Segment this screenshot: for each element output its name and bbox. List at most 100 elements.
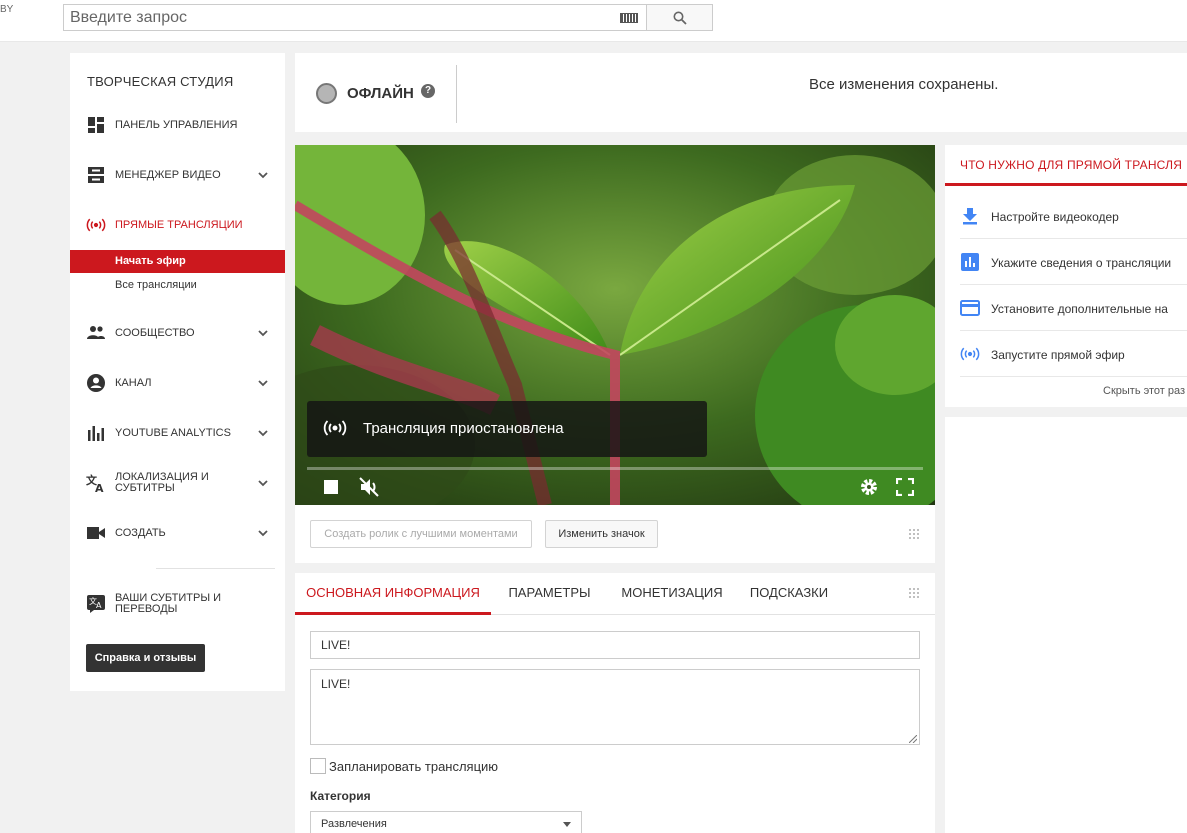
sidebar-subitem-start-stream[interactable]: Начать эфир	[70, 250, 285, 273]
community-icon	[86, 323, 106, 343]
checklist-accent-bar	[945, 183, 1187, 186]
tab-hints[interactable]: ПОДСКАЗКИ	[743, 573, 835, 615]
checklist-title: ЧТО НУЖНО ДЛЯ ПРЯМОЙ ТРАНСЛЯ	[960, 158, 1183, 172]
checklist-item-label: Установите дополнительные на	[991, 302, 1168, 316]
category-value: Развлечения	[321, 818, 387, 830]
stream-paused-text: Трансляция приостановлена	[363, 420, 564, 437]
chevron-down-icon[interactable]	[256, 476, 270, 490]
channel-icon	[86, 373, 106, 393]
resize-handle-icon[interactable]	[909, 735, 917, 743]
sidebar-subitem-all-streams[interactable]: Все трансляции	[70, 274, 285, 297]
description-textarea[interactable]: LIVE!	[310, 669, 920, 745]
sidebar-item-create[interactable]: СОЗДАТЬ	[70, 516, 285, 550]
chevron-down-icon[interactable]	[256, 168, 270, 182]
sidebar-item-label: СООБЩЕСТВО	[115, 326, 195, 339]
chevron-down-icon[interactable]	[256, 326, 270, 340]
checklist-item-go-live[interactable]: Запустите прямой эфир	[960, 331, 1187, 377]
sidebar-item-dashboard[interactable]: ПАНЕЛЬ УПРАВЛЕНИЯ	[70, 108, 285, 142]
help-icon[interactable]: ?	[421, 84, 435, 98]
sidebar-item-label: ВАШИ СУБТИТРЫ И ПЕРЕВОДЫ	[115, 592, 222, 615]
analytics-icon	[86, 423, 106, 443]
tab-monetization[interactable]: МОНЕТИЗАЦИЯ	[614, 573, 730, 615]
sidebar-item-label: ПРЯМЫЕ ТРАНСЛЯЦИИ	[115, 218, 243, 231]
keyboard-icon[interactable]	[620, 13, 638, 23]
sidebar-item-label: КАНАЛ	[115, 376, 152, 389]
checklist-item-additional[interactable]: Установите дополнительные на	[960, 285, 1187, 331]
top-bar: BY	[0, 0, 1187, 42]
sidebar-item-analytics[interactable]: YOUTUBE ANALYTICS	[70, 416, 285, 450]
stream-status-bar: ОФЛАЙН ? Все изменения сохранены.	[295, 53, 1187, 132]
title-input[interactable]: LIVE!	[310, 631, 920, 659]
checklist-item-label: Настройте видеокодер	[991, 210, 1119, 224]
svg-text:A: A	[95, 482, 104, 493]
search-box	[63, 4, 647, 31]
tab-basic-info[interactable]: ОСНОВНАЯ ИНФОРМАЦИЯ	[295, 573, 491, 615]
fullscreen-icon[interactable]	[894, 476, 916, 498]
live-checklist-panel: ЧТО НУЖНО ДЛЯ ПРЯМОЙ ТРАНСЛЯ Настройте в…	[945, 145, 1187, 407]
chevron-down-icon[interactable]	[256, 376, 270, 390]
sidebar-item-localization[interactable]: 文A ЛОКАЛИЗАЦИЯ И СУБТИТРЫ	[70, 466, 285, 500]
stop-icon[interactable]	[320, 476, 342, 498]
right-panel-empty	[945, 417, 1187, 833]
drag-handle-icon[interactable]	[908, 528, 920, 540]
live-broadcast-icon	[323, 420, 347, 436]
stream-info-card: ОСНОВНАЯ ИНФОРМАЦИЯ ПАРАМЕТРЫ МОНЕТИЗАЦИ…	[295, 573, 935, 833]
translate-icon: 文A	[86, 473, 106, 493]
help-feedback-button[interactable]: Справка и отзывы	[86, 644, 205, 672]
bar-chart-icon	[960, 252, 980, 272]
checklist-item-stream-info[interactable]: Укажите сведения о трансляции	[960, 239, 1187, 285]
sidebar-item-label: YOUTUBE ANALYTICS	[115, 426, 231, 439]
sidebar-item-your-subtitles[interactable]: 文A ВАШИ СУБТИТРЫ И ПЕРЕВОДЫ	[70, 587, 285, 621]
drag-handle-icon[interactable]	[908, 587, 920, 599]
sidebar-item-label: ПАНЕЛЬ УПРАВЛЕНИЯ	[115, 118, 238, 131]
dashboard-icon	[86, 115, 106, 135]
sidebar-divider	[156, 568, 275, 569]
sidebar-item-community[interactable]: СООБЩЕСТВО	[70, 316, 285, 350]
sidebar-item-live[interactable]: ПРЯМЫЕ ТРАНСЛЯЦИИ	[70, 208, 285, 242]
video-card: Трансляция приостановлена Создать ролик …	[295, 145, 935, 563]
live-broadcast-icon	[960, 344, 980, 364]
stream-paused-overlay: Трансляция приостановлена	[307, 401, 707, 457]
status-indicator	[316, 83, 337, 104]
category-select[interactable]: Развлечения	[310, 811, 582, 833]
saved-message: Все изменения сохранены.	[809, 76, 999, 93]
checklist-item-label: Укажите сведения о трансляции	[991, 256, 1172, 270]
status-label: ОФЛАЙН	[347, 85, 414, 102]
svg-text:A: A	[96, 601, 102, 610]
camera-icon	[86, 523, 106, 543]
sidebar-item-label: МЕНЕДЖЕР ВИДЕО	[115, 168, 221, 181]
sidebar-item-channel[interactable]: КАНАЛ	[70, 366, 285, 400]
video-preview[interactable]: Трансляция приостановлена	[295, 145, 935, 505]
category-label: Категория	[310, 789, 371, 803]
checklist-item-encoder[interactable]: Настройте видеокодер	[960, 193, 1187, 239]
video-manager-icon	[86, 165, 106, 185]
live-broadcast-icon	[86, 215, 106, 235]
hide-checklist-link[interactable]: Скрыть этот раз	[1103, 385, 1185, 397]
download-icon	[960, 206, 980, 226]
dropdown-arrow-icon	[563, 822, 571, 827]
sidebar-item-label: ЛОКАЛИЗАЦИЯ И СУБТИТРЫ	[115, 471, 209, 494]
sidebar-item-label: СОЗДАТЬ	[115, 526, 166, 539]
video-progress-bar[interactable]	[307, 467, 923, 470]
tab-bar: ОСНОВНАЯ ИНФОРМАЦИЯ ПАРАМЕТРЫ МОНЕТИЗАЦИ…	[295, 573, 935, 615]
studio-title: ТВОРЧЕСКАЯ СТУДИЯ	[87, 74, 234, 89]
chevron-down-icon[interactable]	[256, 526, 270, 540]
schedule-checkbox[interactable]	[310, 758, 326, 774]
subtitles-translate-icon: 文A	[86, 594, 106, 614]
change-thumbnail-button[interactable]: Изменить значок	[545, 520, 658, 548]
create-highlights-button[interactable]: Создать ролик с лучшими моментами	[310, 520, 532, 548]
schedule-label: Запланировать трансляцию	[329, 759, 499, 774]
sidebar-item-video-manager[interactable]: МЕНЕДЖЕР ВИДЕО	[70, 158, 285, 192]
search-button[interactable]	[646, 4, 713, 31]
chevron-down-icon[interactable]	[256, 426, 270, 440]
status-divider	[456, 65, 457, 123]
region-label: BY	[0, 4, 14, 15]
search-input[interactable]	[64, 5, 604, 30]
checklist-item-label: Запустите прямой эфир	[991, 348, 1125, 362]
gear-icon[interactable]	[858, 476, 880, 498]
mute-icon[interactable]	[358, 476, 380, 498]
search-icon	[673, 11, 687, 25]
sidebar: ТВОРЧЕСКАЯ СТУДИЯ ПАНЕЛЬ УПРАВЛЕНИЯ МЕНЕ…	[70, 53, 285, 691]
card-icon	[960, 298, 980, 318]
tab-parameters[interactable]: ПАРАМЕТРЫ	[497, 573, 602, 615]
